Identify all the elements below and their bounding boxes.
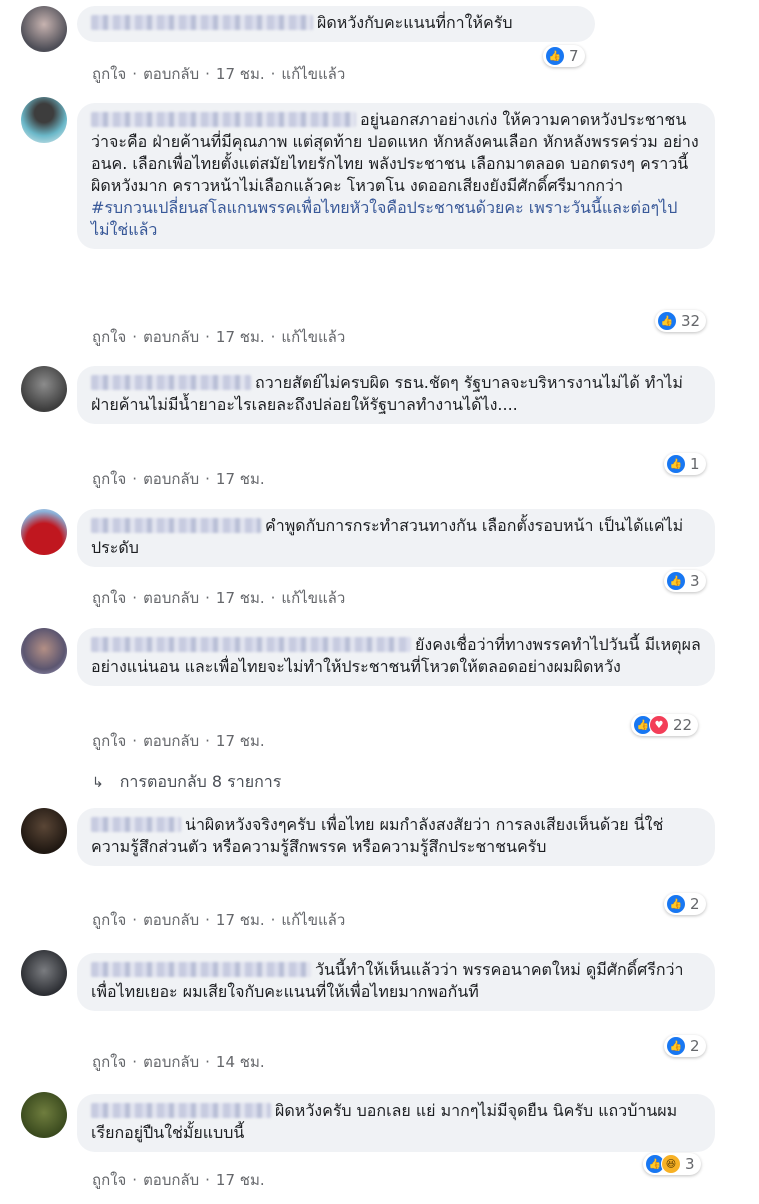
timestamp[interactable]: 14 ชม. xyxy=(216,1053,265,1071)
reaction-count: 1 xyxy=(690,455,700,473)
reply-link[interactable]: ตอบกลับ xyxy=(143,911,199,929)
timestamp[interactable]: 17 ชม. xyxy=(216,732,265,750)
comment-actions: ถูกใจ · ตอบกลับ · 17 ชม. xyxy=(92,1171,265,1189)
avatar[interactable] xyxy=(21,628,67,674)
like-link[interactable]: ถูกใจ xyxy=(92,328,126,346)
reaction-count: 2 xyxy=(690,895,700,913)
reply-link[interactable]: ตอบกลับ xyxy=(143,589,199,607)
reaction-summary[interactable]: 👍 3 xyxy=(664,570,706,592)
reaction-summary[interactable]: 👍 7 xyxy=(543,45,585,67)
reaction-count: 3 xyxy=(690,572,700,590)
comment-text: ผิดหวังกับคะแนนที่กาให้ครับ xyxy=(317,13,513,32)
like-link[interactable]: ถูกใจ xyxy=(92,65,126,83)
hashtag-link[interactable]: #รบกวนเปลี่ยนสโลแกนพรรคเพื่อไทยหัวใจคือป… xyxy=(91,198,677,239)
like-icon: 👍 xyxy=(666,1036,686,1056)
comment-actions: ถูกใจ · ตอบกลับ · 17 ชม. · แก้ไขแล้ว xyxy=(92,65,346,83)
reaction-summary[interactable]: 👍 1 xyxy=(664,453,706,475)
like-link[interactable]: ถูกใจ xyxy=(92,589,126,607)
reaction-summary[interactable]: 👍 2 xyxy=(664,1035,706,1057)
like-icon: 👍 xyxy=(545,46,565,66)
reaction-count: 32 xyxy=(681,312,701,330)
edited-label[interactable]: แก้ไขแล้ว xyxy=(281,911,345,929)
replies-label[interactable]: การตอบกลับ 8 รายการ xyxy=(120,772,282,791)
like-icon: 👍 xyxy=(666,894,686,914)
author-name[interactable] xyxy=(91,817,181,832)
avatar[interactable] xyxy=(21,509,67,555)
like-icon: 👍 xyxy=(666,454,686,474)
comment-bubble: วันนี้ทำให้เห็นแล้วว่า พรรคอนาคตใหม่ ดูม… xyxy=(77,953,715,1011)
author-name[interactable] xyxy=(91,518,261,533)
like-link[interactable]: ถูกใจ xyxy=(92,470,126,488)
haha-icon: 😆 xyxy=(661,1154,681,1174)
reaction-summary[interactable]: 👍 32 xyxy=(655,310,707,332)
reaction-count: 2 xyxy=(690,1037,700,1055)
timestamp[interactable]: 17 ชม. xyxy=(216,65,265,83)
like-link[interactable]: ถูกใจ xyxy=(92,1171,126,1189)
author-name[interactable] xyxy=(91,375,251,390)
like-icon: 👍 xyxy=(666,571,686,591)
comment-bubble: ถวายสัตย์ไม่ครบผิด รธน.ชัดๆ รัฐบาลจะบริห… xyxy=(77,366,715,424)
reaction-count: 22 xyxy=(673,716,693,734)
reply-link[interactable]: ตอบกลับ xyxy=(143,1053,199,1071)
avatar[interactable] xyxy=(21,97,67,143)
reaction-count: 3 xyxy=(685,1155,695,1173)
avatar[interactable] xyxy=(21,950,67,996)
comment-bubble: คำพูดกับการกระทำสวนทางกัน เลือกตั้งรอบหน… xyxy=(77,509,715,567)
love-icon: ♥ xyxy=(649,715,669,735)
avatar[interactable] xyxy=(21,808,67,854)
reply-link[interactable]: ตอบกลับ xyxy=(143,470,199,488)
view-replies-link[interactable]: ↳ การตอบกลับ 8 รายการ xyxy=(92,770,281,795)
timestamp[interactable]: 17 ชม. xyxy=(216,328,265,346)
comment-bubble: ยังคงเชื่อว่าที่ทางพรรคทำไปวันนี้ มีเหตุ… xyxy=(77,628,715,686)
comment-actions: ถูกใจ · ตอบกลับ · 17 ชม. · แก้ไขแล้ว xyxy=(92,589,346,607)
author-name[interactable] xyxy=(91,112,356,127)
timestamp[interactable]: 17 ชม. xyxy=(216,1171,265,1189)
timestamp[interactable]: 17 ชม. xyxy=(216,589,265,607)
timestamp[interactable]: 17 ชม. xyxy=(216,470,265,488)
reaction-summary[interactable]: 👍 ♥ 22 xyxy=(631,714,699,736)
avatar[interactable] xyxy=(21,6,67,52)
comment-bubble: ผิดหวังกับคะแนนที่กาให้ครับ xyxy=(77,6,595,42)
like-link[interactable]: ถูกใจ xyxy=(92,1053,126,1071)
edited-label[interactable]: แก้ไขแล้ว xyxy=(281,328,345,346)
reaction-count: 7 xyxy=(569,47,579,65)
edited-label[interactable]: แก้ไขแล้ว xyxy=(281,589,345,607)
avatar[interactable] xyxy=(21,366,67,412)
edited-label[interactable]: แก้ไขแล้ว xyxy=(281,65,345,83)
like-link[interactable]: ถูกใจ xyxy=(92,732,126,750)
reaction-summary[interactable]: 👍 2 xyxy=(664,893,706,915)
author-name[interactable] xyxy=(91,1103,271,1118)
like-link[interactable]: ถูกใจ xyxy=(92,911,126,929)
reply-link[interactable]: ตอบกลับ xyxy=(143,65,199,83)
reply-link[interactable]: ตอบกลับ xyxy=(143,328,199,346)
avatar[interactable] xyxy=(21,1092,67,1138)
comment-actions: ถูกใจ · ตอบกลับ · 17 ชม. xyxy=(92,732,265,750)
comment-bubble: ผิดหวังครับ บอกเลย แย่ มากๆไม่มีจุดยืน น… xyxy=(77,1094,715,1152)
author-name[interactable] xyxy=(91,15,313,30)
comment-actions: ถูกใจ · ตอบกลับ · 17 ชม. xyxy=(92,470,265,488)
reaction-summary[interactable]: 👍 😆 3 xyxy=(643,1153,701,1175)
comment-actions: ถูกใจ · ตอบกลับ · 14 ชม. xyxy=(92,1053,265,1071)
reply-arrow-icon: ↳ xyxy=(92,775,104,791)
timestamp[interactable]: 17 ชม. xyxy=(216,911,265,929)
author-name[interactable] xyxy=(91,962,311,977)
reply-link[interactable]: ตอบกลับ xyxy=(143,732,199,750)
like-icon: 👍 xyxy=(657,311,677,331)
comment-actions: ถูกใจ · ตอบกลับ · 17 ชม. · แก้ไขแล้ว xyxy=(92,911,346,929)
comment-actions: ถูกใจ · ตอบกลับ · 17 ชม. · แก้ไขแล้ว xyxy=(92,328,346,346)
author-name[interactable] xyxy=(91,637,411,652)
comment-bubble: อยู่นอกสภาอย่างเก่ง ให้ความคาดหวังประชาช… xyxy=(77,103,715,249)
comment-bubble: น่าผิดหวังจริงๆครับ เพื่อไทย ผมกำลังสงสั… xyxy=(77,808,715,866)
reply-link[interactable]: ตอบกลับ xyxy=(143,1171,199,1189)
